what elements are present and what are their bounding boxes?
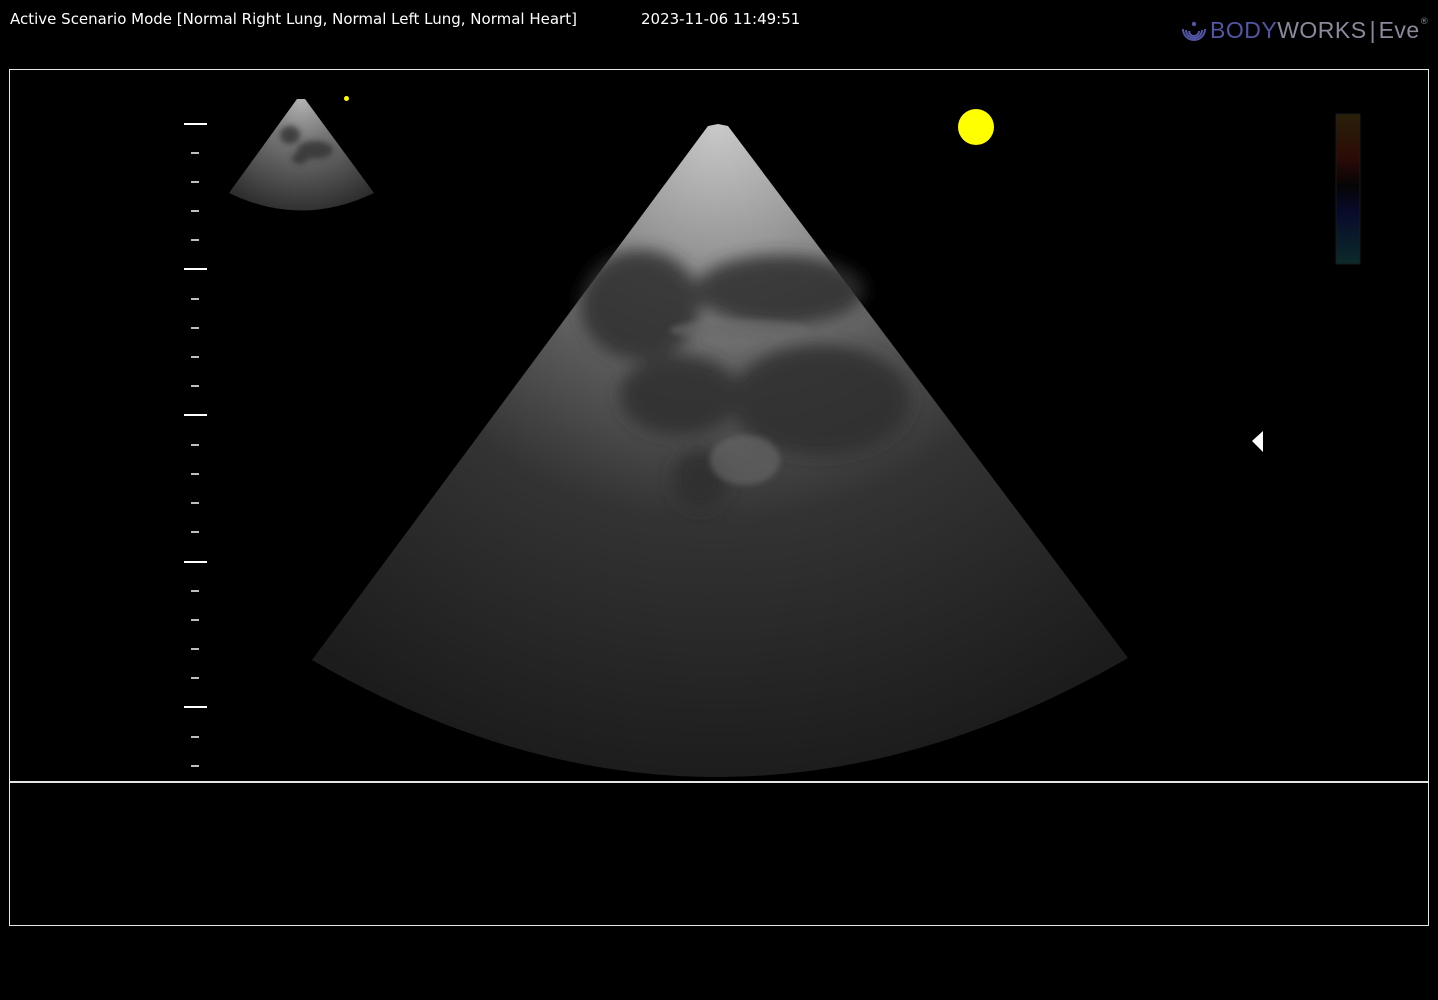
small-yellow-dot-icon [344,96,349,101]
ultrasound-sector [312,124,1128,778]
color-scale-bar [1335,113,1361,265]
thumbnail-sector [229,99,374,211]
left-triangle-icon[interactable] [1252,431,1263,452]
yellow-dot-icon [958,109,994,145]
ultrasound-view [184,96,1361,778]
depth-scale [184,123,207,767]
